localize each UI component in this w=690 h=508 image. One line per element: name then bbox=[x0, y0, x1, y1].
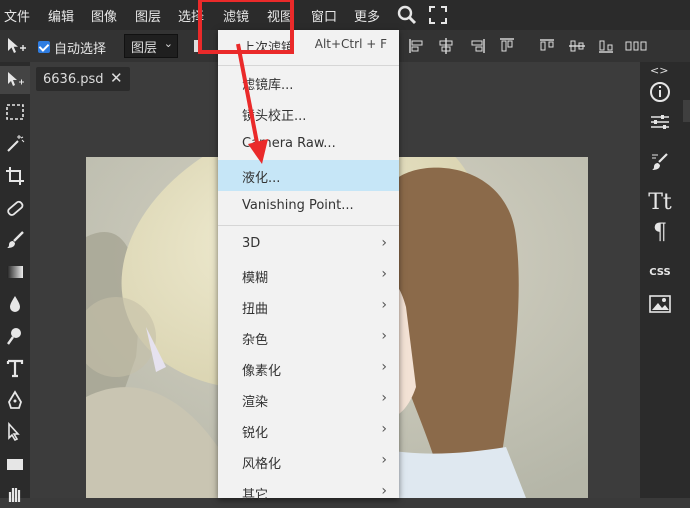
menu-item-noise[interactable]: 杂色 › bbox=[218, 322, 399, 353]
dodge-icon bbox=[7, 328, 21, 345]
menu-more[interactable]: 更多 bbox=[354, 6, 380, 25]
tools-panel bbox=[0, 62, 30, 502]
chevron-right-icon: › bbox=[381, 390, 387, 406]
menu-item-vanishing-point[interactable]: Vanishing Point... bbox=[218, 191, 399, 222]
hand-icon bbox=[8, 488, 21, 502]
menu-item-label: 扭曲 bbox=[242, 302, 269, 317]
menu-item-distort[interactable]: 扭曲 › bbox=[218, 291, 399, 322]
blur-tool[interactable] bbox=[0, 290, 30, 318]
dodge-tool[interactable] bbox=[0, 322, 30, 350]
paragraph-panel-button[interactable]: ¶ bbox=[643, 218, 677, 246]
menu-image[interactable]: 图像 bbox=[91, 6, 117, 25]
shape-tool[interactable] bbox=[0, 450, 30, 478]
distribute-top-icon[interactable] bbox=[538, 37, 556, 55]
chevron-right-icon: › bbox=[381, 452, 387, 468]
close-icon[interactable]: ✕ bbox=[110, 69, 123, 87]
distribute-middle-icon[interactable] bbox=[568, 37, 586, 55]
path-select-tool[interactable] bbox=[0, 418, 30, 446]
image-panel-button[interactable] bbox=[643, 290, 677, 318]
move-tool-icon[interactable] bbox=[5, 36, 27, 56]
bandage-icon bbox=[7, 200, 24, 216]
image-icon bbox=[649, 295, 671, 313]
menu-item-pixelate[interactable]: 像素化 › bbox=[218, 353, 399, 384]
distribute-horizontal-icon[interactable] bbox=[625, 38, 647, 54]
hand-tool[interactable] bbox=[0, 480, 30, 508]
menu-item-label: 像素化 bbox=[242, 364, 282, 379]
chevron-right-icon: › bbox=[381, 421, 387, 437]
menu-edit[interactable]: 编辑 bbox=[48, 6, 74, 25]
auto-select-checkbox[interactable] bbox=[38, 41, 50, 53]
menu-item-label: 模糊 bbox=[242, 271, 269, 286]
info-button[interactable] bbox=[643, 78, 677, 106]
expand-panels-toggle[interactable]: <> bbox=[650, 64, 668, 77]
layer-select[interactable]: 图层 ⌄ bbox=[124, 34, 178, 58]
crop-tool[interactable] bbox=[0, 162, 30, 190]
gradient-icon bbox=[7, 266, 23, 278]
menu-item-label: 杂色 bbox=[242, 333, 269, 348]
crop-icon bbox=[6, 167, 24, 185]
chevron-right-icon: › bbox=[381, 359, 387, 375]
direct-select-icon bbox=[8, 422, 20, 442]
menu-file[interactable]: 文件 bbox=[4, 6, 30, 25]
type-tool[interactable] bbox=[0, 354, 30, 382]
search-icon[interactable] bbox=[396, 4, 418, 26]
menu-window[interactable]: 窗口 bbox=[311, 6, 337, 25]
menu-item-render[interactable]: 渲染 › bbox=[218, 384, 399, 415]
menu-item-3d[interactable]: 3D › bbox=[218, 229, 399, 260]
align-center-icon[interactable] bbox=[437, 37, 455, 55]
fullscreen-icon[interactable] bbox=[427, 4, 449, 26]
pen-icon bbox=[8, 390, 22, 409]
menu-item-label: 其它 bbox=[242, 488, 269, 503]
type-icon bbox=[6, 359, 24, 378]
brush-tool[interactable] bbox=[0, 226, 30, 254]
move-icon bbox=[8, 72, 24, 86]
menu-item-label: Vanishing Point... bbox=[242, 198, 354, 213]
chevron-right-icon: › bbox=[381, 328, 387, 344]
distribute-bottom-icon[interactable] bbox=[597, 37, 615, 55]
brush-settings-button[interactable] bbox=[643, 148, 677, 176]
menu-item-label: 风格化 bbox=[242, 457, 282, 472]
drop-icon bbox=[10, 296, 20, 312]
menu-bar: 文件 编辑 图像 图层 选择 滤镜 视图 窗口 更多 bbox=[0, 0, 690, 30]
auto-select-label: 自动选择 bbox=[54, 42, 107, 57]
healing-tool[interactable] bbox=[0, 194, 30, 222]
sliders-icon bbox=[651, 115, 669, 129]
magic-wand-tool[interactable] bbox=[0, 130, 30, 158]
rectangle-icon bbox=[7, 459, 23, 470]
chevron-right-icon: › bbox=[381, 483, 387, 499]
adjustments-button[interactable] bbox=[643, 108, 677, 136]
menu-separator bbox=[218, 225, 399, 226]
move-tool[interactable] bbox=[0, 66, 30, 94]
menu-item-label: 渲染 bbox=[242, 395, 269, 410]
magic-wand-icon bbox=[7, 135, 25, 152]
character-panel-button[interactable]: Tt bbox=[643, 188, 677, 216]
menu-item-stylize[interactable]: 风格化 › bbox=[218, 446, 399, 477]
menu-layer[interactable]: 图层 bbox=[135, 6, 161, 25]
chevron-right-icon: › bbox=[381, 235, 387, 251]
menu-item-sharpen[interactable]: 锐化 › bbox=[218, 415, 399, 446]
chevron-right-icon: › bbox=[381, 297, 387, 313]
info-icon bbox=[650, 82, 670, 102]
brush-icon bbox=[7, 231, 24, 248]
pen-tool[interactable] bbox=[0, 386, 30, 414]
menu-item-blur[interactable]: 模糊 › bbox=[218, 260, 399, 291]
align-left-icon[interactable] bbox=[408, 37, 426, 55]
brush-settings-icon bbox=[652, 153, 668, 170]
menu-item-label: 3D bbox=[242, 236, 261, 251]
chevron-down-icon: ⌄ bbox=[163, 37, 173, 50]
chevron-right-icon: › bbox=[381, 266, 387, 282]
layer-select-value: 图层 bbox=[131, 41, 158, 56]
gradient-tool[interactable] bbox=[0, 258, 30, 286]
annotation-arrow-icon bbox=[236, 43, 268, 164]
menu-item-label: 锐化 bbox=[242, 426, 269, 441]
marquee-icon bbox=[6, 104, 24, 120]
css-panel-button[interactable]: CSS bbox=[643, 258, 677, 286]
document-tab-label: 6636.psd bbox=[43, 72, 104, 87]
marquee-tool[interactable] bbox=[0, 98, 30, 126]
align-top-icon[interactable] bbox=[498, 37, 516, 55]
panel-edge bbox=[683, 100, 690, 122]
align-right-icon[interactable] bbox=[468, 37, 486, 55]
menu-item-other[interactable]: 其它 › bbox=[218, 477, 399, 508]
menu-item-shortcut: Alt+Ctrl + F bbox=[314, 37, 387, 51]
